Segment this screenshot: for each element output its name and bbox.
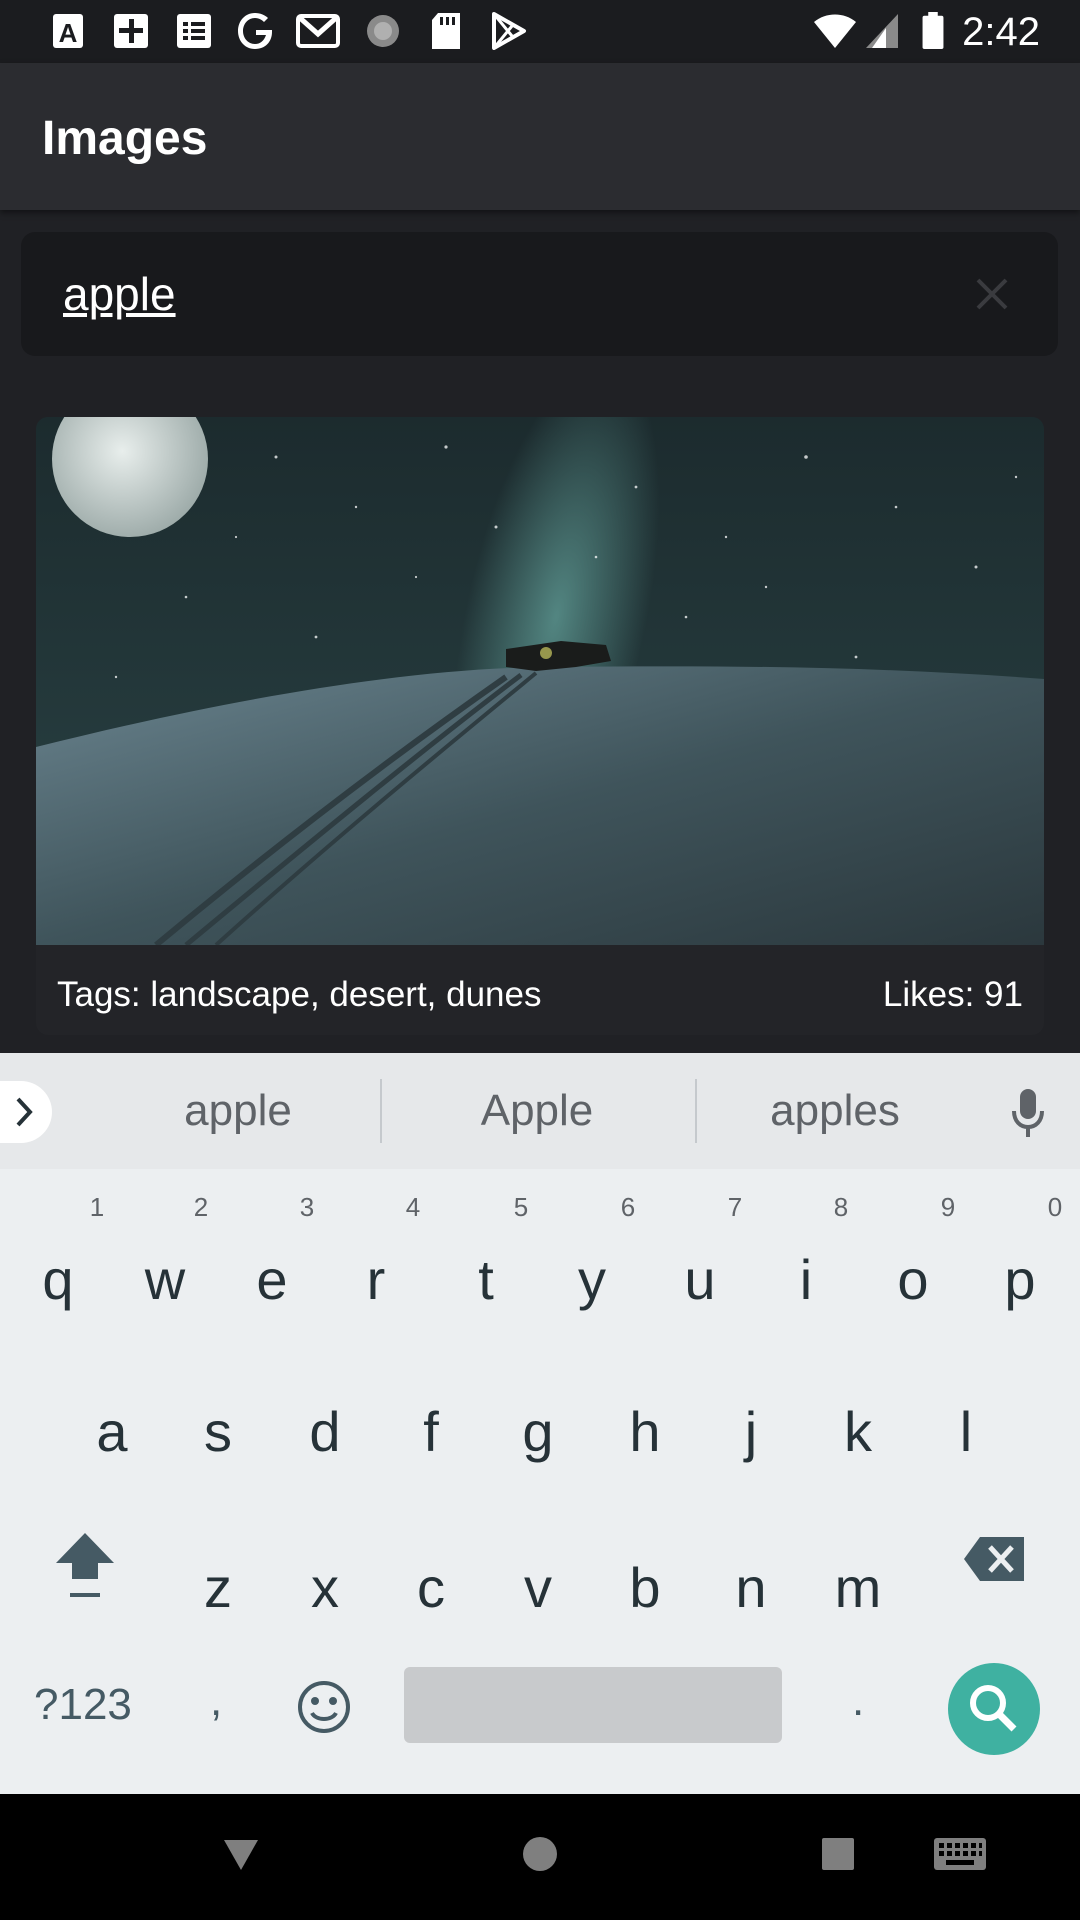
search-submit-button[interactable] bbox=[948, 1663, 1040, 1755]
key-y-hint: 6 bbox=[620, 1192, 636, 1222]
app-bar: Images bbox=[0, 63, 1080, 210]
key-m[interactable]: m bbox=[808, 1553, 908, 1623]
key-x[interactable]: x bbox=[275, 1553, 375, 1623]
signal-icon bbox=[866, 14, 898, 48]
navigation-bar bbox=[0, 1794, 1080, 1920]
key-u[interactable]: u bbox=[650, 1245, 750, 1315]
period-key[interactable]: . bbox=[852, 1673, 864, 1729]
gmail-icon bbox=[296, 14, 340, 48]
key-p[interactable]: p bbox=[970, 1245, 1070, 1315]
mic-icon[interactable] bbox=[1008, 1087, 1048, 1139]
key-q[interactable]: q bbox=[8, 1245, 108, 1315]
list-icon bbox=[177, 14, 211, 48]
key-h[interactable]: h bbox=[595, 1397, 695, 1467]
key-s[interactable]: s bbox=[168, 1397, 268, 1467]
key-e-hint: 3 bbox=[299, 1192, 315, 1222]
key-n[interactable]: n bbox=[701, 1553, 801, 1623]
key-l[interactable]: l bbox=[916, 1397, 1016, 1467]
key-r-hint: 4 bbox=[405, 1192, 421, 1222]
chevron-right-icon bbox=[16, 1097, 33, 1127]
key-q-hint: 1 bbox=[89, 1192, 105, 1222]
key-v[interactable]: v bbox=[488, 1553, 588, 1623]
key-r[interactable]: r bbox=[326, 1245, 426, 1315]
key-z[interactable]: z bbox=[168, 1553, 268, 1623]
suggestion-3[interactable]: apples bbox=[735, 1083, 935, 1139]
key-f[interactable]: f bbox=[381, 1397, 481, 1467]
search-box bbox=[21, 232, 1058, 356]
key-w-hint: 2 bbox=[193, 1192, 209, 1222]
key-g[interactable]: g bbox=[488, 1397, 588, 1467]
recents-icon[interactable] bbox=[822, 1838, 854, 1870]
key-d[interactable]: d bbox=[275, 1397, 375, 1467]
key-w[interactable]: w bbox=[115, 1245, 215, 1315]
key-j[interactable]: j bbox=[701, 1397, 801, 1467]
keyboard: q 1 w 2 e 3 r 4 t 5 y 6 u 7 i 8 o 9 p 0 … bbox=[0, 1169, 1080, 1794]
svg-text:A: A bbox=[59, 18, 78, 48]
page-title: Images bbox=[42, 112, 208, 165]
screen: A 2:42 Images apple Tags: landscape, des… bbox=[0, 0, 1080, 1920]
key-y[interactable]: y bbox=[542, 1245, 642, 1315]
home-icon[interactable] bbox=[522, 1836, 558, 1872]
search-input[interactable] bbox=[63, 266, 923, 322]
key-i-hint: 8 bbox=[833, 1192, 849, 1222]
back-icon[interactable] bbox=[222, 1836, 260, 1872]
expand-suggestions-button[interactable] bbox=[0, 1081, 52, 1143]
result-image[interactable] bbox=[36, 417, 1044, 945]
emoji-icon[interactable] bbox=[296, 1679, 352, 1735]
suggestion-divider bbox=[380, 1079, 382, 1143]
key-p-hint: 0 bbox=[1047, 1192, 1063, 1222]
status-time: 2:42 bbox=[962, 10, 1040, 54]
key-t-hint: 5 bbox=[513, 1192, 529, 1222]
key-t[interactable]: t bbox=[436, 1245, 536, 1315]
backspace-icon[interactable] bbox=[962, 1533, 1028, 1585]
sync-icon bbox=[367, 15, 399, 47]
search-icon bbox=[970, 1685, 1017, 1732]
keyboard-switch-icon[interactable] bbox=[934, 1838, 986, 1874]
suggestion-strip: apple Apple apples bbox=[0, 1053, 1080, 1169]
font-icon: A bbox=[53, 14, 83, 48]
suggestion-2[interactable]: Apple bbox=[437, 1083, 637, 1139]
comma-key[interactable]: , bbox=[210, 1673, 222, 1729]
key-b[interactable]: b bbox=[595, 1553, 695, 1623]
play-store-icon bbox=[492, 12, 526, 50]
wifi-icon bbox=[814, 14, 856, 48]
sd-card-icon bbox=[432, 13, 460, 49]
key-c[interactable]: c bbox=[381, 1553, 481, 1623]
key-e[interactable]: e bbox=[222, 1245, 322, 1315]
suggestion-1[interactable]: apple bbox=[138, 1083, 338, 1139]
status-bar: A 2:42 bbox=[0, 0, 1080, 63]
key-o-hint: 9 bbox=[940, 1192, 956, 1222]
google-icon bbox=[238, 13, 272, 49]
result-card[interactable]: Tags: landscape, desert, dunes Likes: 91 bbox=[36, 417, 1044, 1035]
symbols-key[interactable]: ?123 bbox=[34, 1677, 132, 1733]
key-u-hint: 7 bbox=[727, 1192, 743, 1222]
add-box-icon bbox=[114, 14, 148, 48]
result-tags: Tags: landscape, desert, dunes bbox=[57, 975, 542, 1014]
result-likes: Likes: 91 bbox=[882, 975, 1023, 1014]
battery-icon bbox=[922, 12, 944, 50]
key-a[interactable]: a bbox=[62, 1397, 162, 1467]
key-o[interactable]: o bbox=[863, 1245, 963, 1315]
key-k[interactable]: k bbox=[808, 1397, 908, 1467]
key-i[interactable]: i bbox=[756, 1245, 856, 1315]
space-bar[interactable] bbox=[404, 1667, 782, 1743]
suggestion-divider bbox=[695, 1079, 697, 1143]
shift-icon[interactable] bbox=[52, 1529, 118, 1603]
clear-search-icon[interactable] bbox=[972, 274, 1012, 314]
